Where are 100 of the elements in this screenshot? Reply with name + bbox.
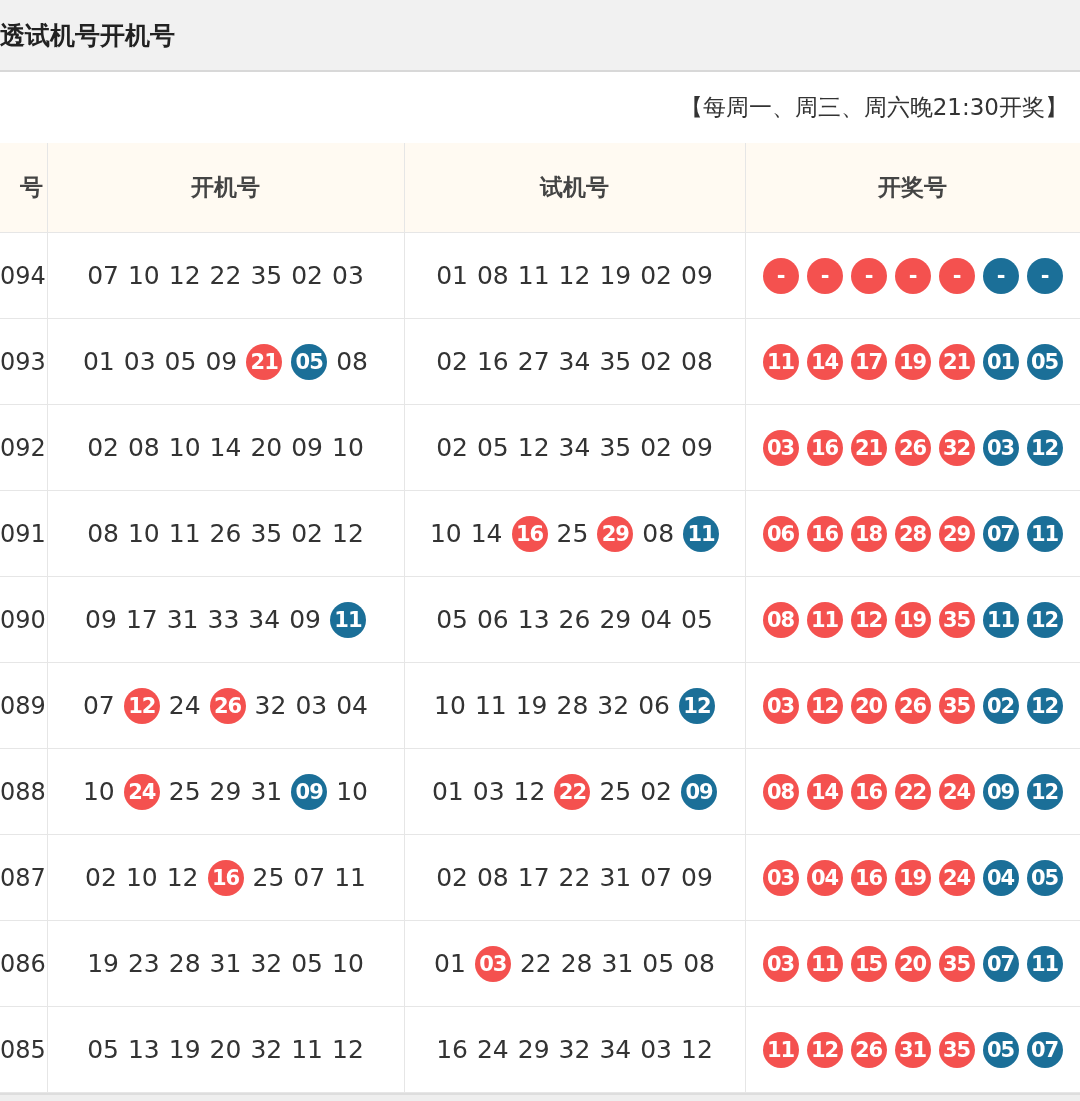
- number-ball: -: [894, 257, 931, 294]
- number-ball: 16: [511, 515, 548, 552]
- number-text: 22: [519, 949, 552, 978]
- number-ball: 11: [1026, 515, 1063, 552]
- number-text: 03: [472, 777, 505, 806]
- number-text: 34: [558, 347, 591, 376]
- number-text: 10: [82, 777, 115, 806]
- column-header: 号: [19, 174, 43, 200]
- number-text: 19: [87, 949, 119, 978]
- number-ball: 20: [894, 945, 931, 982]
- issue-number: 094: [0, 261, 47, 290]
- number-ball: 11: [1026, 945, 1063, 982]
- issue-number: 089: [0, 691, 47, 720]
- number-text: 09: [681, 433, 713, 462]
- number-ball: 03: [474, 945, 511, 982]
- number-text: 06: [476, 605, 509, 634]
- number-ball: 22: [894, 773, 931, 810]
- number-text: 13: [517, 605, 550, 634]
- number-ball: 14: [806, 343, 843, 380]
- number-text: 02: [436, 433, 468, 462]
- number-text: 02: [436, 347, 468, 376]
- number-text: 10: [429, 519, 462, 548]
- number-text: 01: [431, 777, 464, 806]
- draw-schedule: 【每周一、周三、周六晚21:30开奖】: [679, 93, 1068, 122]
- issue-number: 087: [0, 863, 47, 892]
- number-text: 10: [125, 863, 158, 892]
- number-text: 03: [123, 347, 156, 376]
- number-ball: 11: [982, 601, 1019, 638]
- issue-number: 085: [0, 1035, 47, 1064]
- number-text: 09: [681, 863, 713, 892]
- number-ball: 28: [894, 515, 931, 552]
- number-ball: 02: [982, 687, 1019, 724]
- number-text: 35: [250, 261, 283, 290]
- number-text: 25: [168, 777, 201, 806]
- number-text: 20: [250, 433, 283, 462]
- number-ball: 05: [1026, 859, 1063, 896]
- number-ball: 09: [291, 773, 328, 810]
- number-ball: 11: [806, 945, 843, 982]
- number-text: 24: [476, 1035, 509, 1064]
- number-text: 01: [434, 949, 466, 978]
- number-ball: 12: [1026, 773, 1063, 810]
- number-text: 14: [470, 519, 503, 548]
- number-text: 05: [681, 605, 713, 634]
- number-text: 13: [127, 1035, 160, 1064]
- number-ball: 14: [806, 773, 843, 810]
- number-ball: 35: [938, 1031, 975, 1068]
- number-text: 05: [476, 433, 509, 462]
- number-ball: 07: [982, 945, 1019, 982]
- issue-number: 090: [0, 605, 47, 634]
- number-text: 02: [640, 433, 673, 462]
- number-text: 12: [332, 519, 364, 548]
- number-text: 09: [205, 347, 238, 376]
- number-ball: 19: [894, 601, 931, 638]
- number-text: 10: [336, 777, 369, 806]
- number-ball: 29: [938, 515, 975, 552]
- number-ball: 32: [938, 429, 975, 466]
- number-ball: 26: [209, 687, 246, 724]
- number-ball: 11: [329, 601, 366, 638]
- column-header: 开机号: [191, 174, 260, 200]
- number-text: 34: [248, 605, 281, 634]
- number-ball: 24: [938, 859, 975, 896]
- number-text: 03: [295, 691, 328, 720]
- number-text: 25: [556, 519, 589, 548]
- number-text: 20: [209, 1035, 242, 1064]
- number-text: 32: [250, 949, 283, 978]
- number-text: 03: [332, 261, 364, 290]
- number-text: 26: [558, 605, 591, 634]
- number-text: 32: [597, 691, 630, 720]
- number-text: 16: [476, 347, 509, 376]
- issue-number: 088: [0, 777, 47, 806]
- number-text: 05: [436, 605, 468, 634]
- number-ball: 12: [123, 687, 160, 724]
- number-text: 07: [82, 691, 115, 720]
- number-ball: 16: [850, 859, 887, 896]
- number-text: 08: [127, 433, 160, 462]
- number-ball: 21: [246, 343, 283, 380]
- number-text: 33: [207, 605, 240, 634]
- number-ball: 07: [1026, 1031, 1063, 1068]
- number-ball: 03: [982, 429, 1019, 466]
- number-text: 28: [168, 949, 201, 978]
- number-ball: 35: [938, 687, 975, 724]
- number-text: 08: [336, 347, 369, 376]
- number-text: 31: [250, 777, 283, 806]
- number-text: 29: [209, 777, 242, 806]
- number-ball: 16: [806, 515, 843, 552]
- number-text: 12: [558, 261, 591, 290]
- number-ball: 04: [982, 859, 1019, 896]
- number-text: 19: [599, 261, 632, 290]
- number-text: 08: [683, 949, 715, 978]
- number-text: 06: [638, 691, 670, 720]
- number-ball: 21: [938, 343, 975, 380]
- number-ball: 08: [762, 601, 799, 638]
- issue-number: 093: [0, 347, 47, 376]
- number-ball: 26: [850, 1031, 887, 1068]
- number-text: 22: [209, 261, 242, 290]
- number-ball: 35: [938, 601, 975, 638]
- number-ball: 19: [894, 343, 931, 380]
- number-text: 29: [599, 605, 632, 634]
- number-text: 26: [209, 519, 242, 548]
- number-ball: 26: [894, 687, 931, 724]
